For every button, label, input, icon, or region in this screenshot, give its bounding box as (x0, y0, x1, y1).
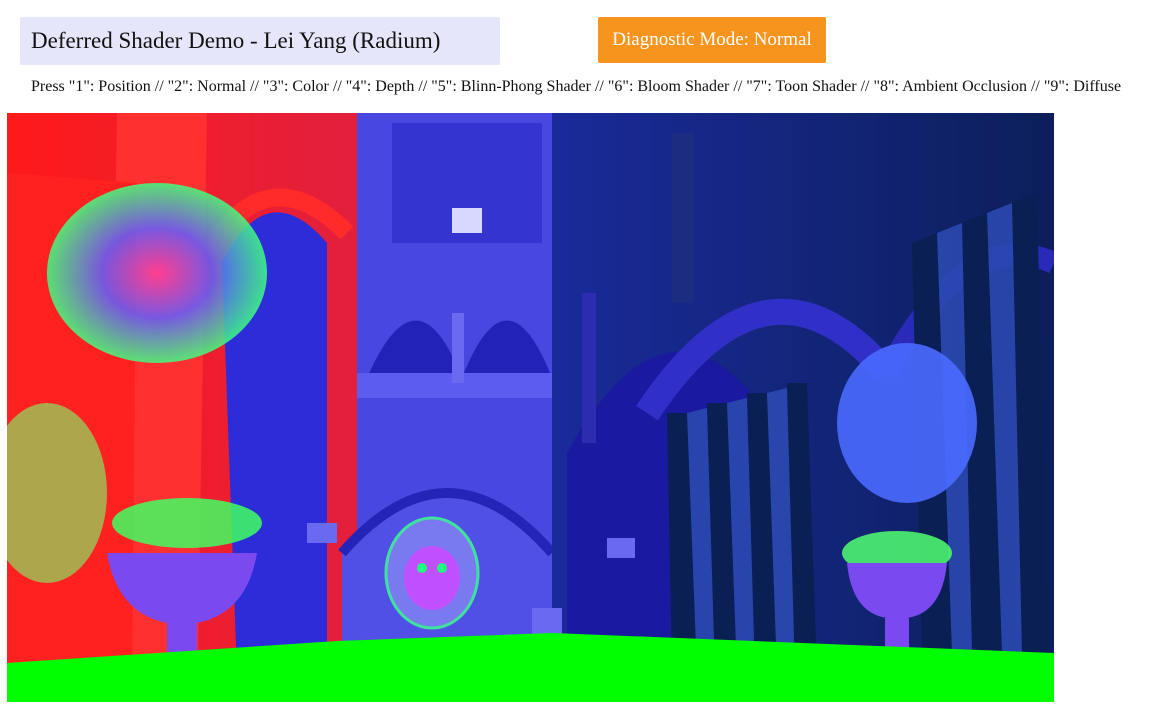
render-canvas[interactable] (7, 113, 1054, 702)
page-title-text: Deferred Shader Demo - Lei Yang (Radium) (31, 28, 441, 53)
page-title: Deferred Shader Demo - Lei Yang (Radium) (20, 17, 500, 65)
render-canvas-image (7, 113, 1054, 702)
key-instructions: Press "1": Position // "2": Normal // "3… (31, 78, 1122, 95)
diagnostic-mode-button[interactable]: Diagnostic Mode: Normal (598, 17, 826, 63)
diagnostic-mode-label: Diagnostic Mode: Normal (612, 29, 812, 50)
